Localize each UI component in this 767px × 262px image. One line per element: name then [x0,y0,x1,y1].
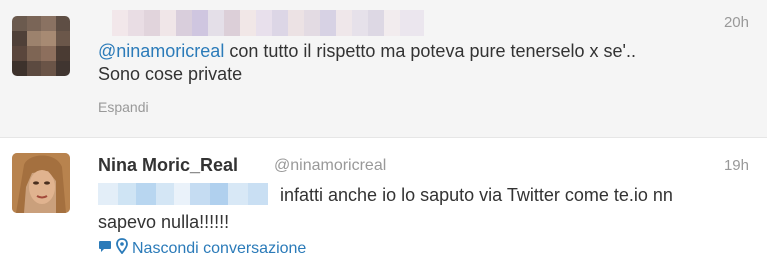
speech-bubble-icon [98,239,112,258]
pixelated-mention [98,183,268,205]
user-handle[interactable]: @ninamoricreal [274,157,386,175]
mention-link[interactable]: @ninamoricreal [98,41,224,61]
display-name[interactable]: Nina Moric_Real [98,155,238,176]
avatar-pixelated[interactable] [12,16,70,76]
tweet-timestamp[interactable]: 20h [724,14,749,31]
tweet-text-2-line1: infatti anche io lo saputo via Twitter c… [280,185,673,205]
expand-link[interactable]: Espandi [98,99,149,115]
hide-conversation-link[interactable]: Nascondi conversazione [98,238,306,259]
tweet-timestamp-2[interactable]: 19h [724,157,749,174]
tweet-1[interactable]: 20h @ninamoricreal con tutto il rispetto… [0,0,767,138]
tweet-text-2-line2: sapevo nulla!!!!!! [98,212,230,232]
avatar-nina-moric[interactable] [12,153,70,213]
tweet-text-line2: Sono cose private [98,64,243,84]
map-pin-icon [116,238,128,259]
conversation-label: Nascondi conversazione [132,239,307,257]
tweet-text-part: con tutto il rispetto ma poteva pure ten… [224,41,636,61]
tweet-text: @ninamoricreal con tutto il rispetto ma … [98,40,636,86]
pixelated-user-name [112,10,424,36]
